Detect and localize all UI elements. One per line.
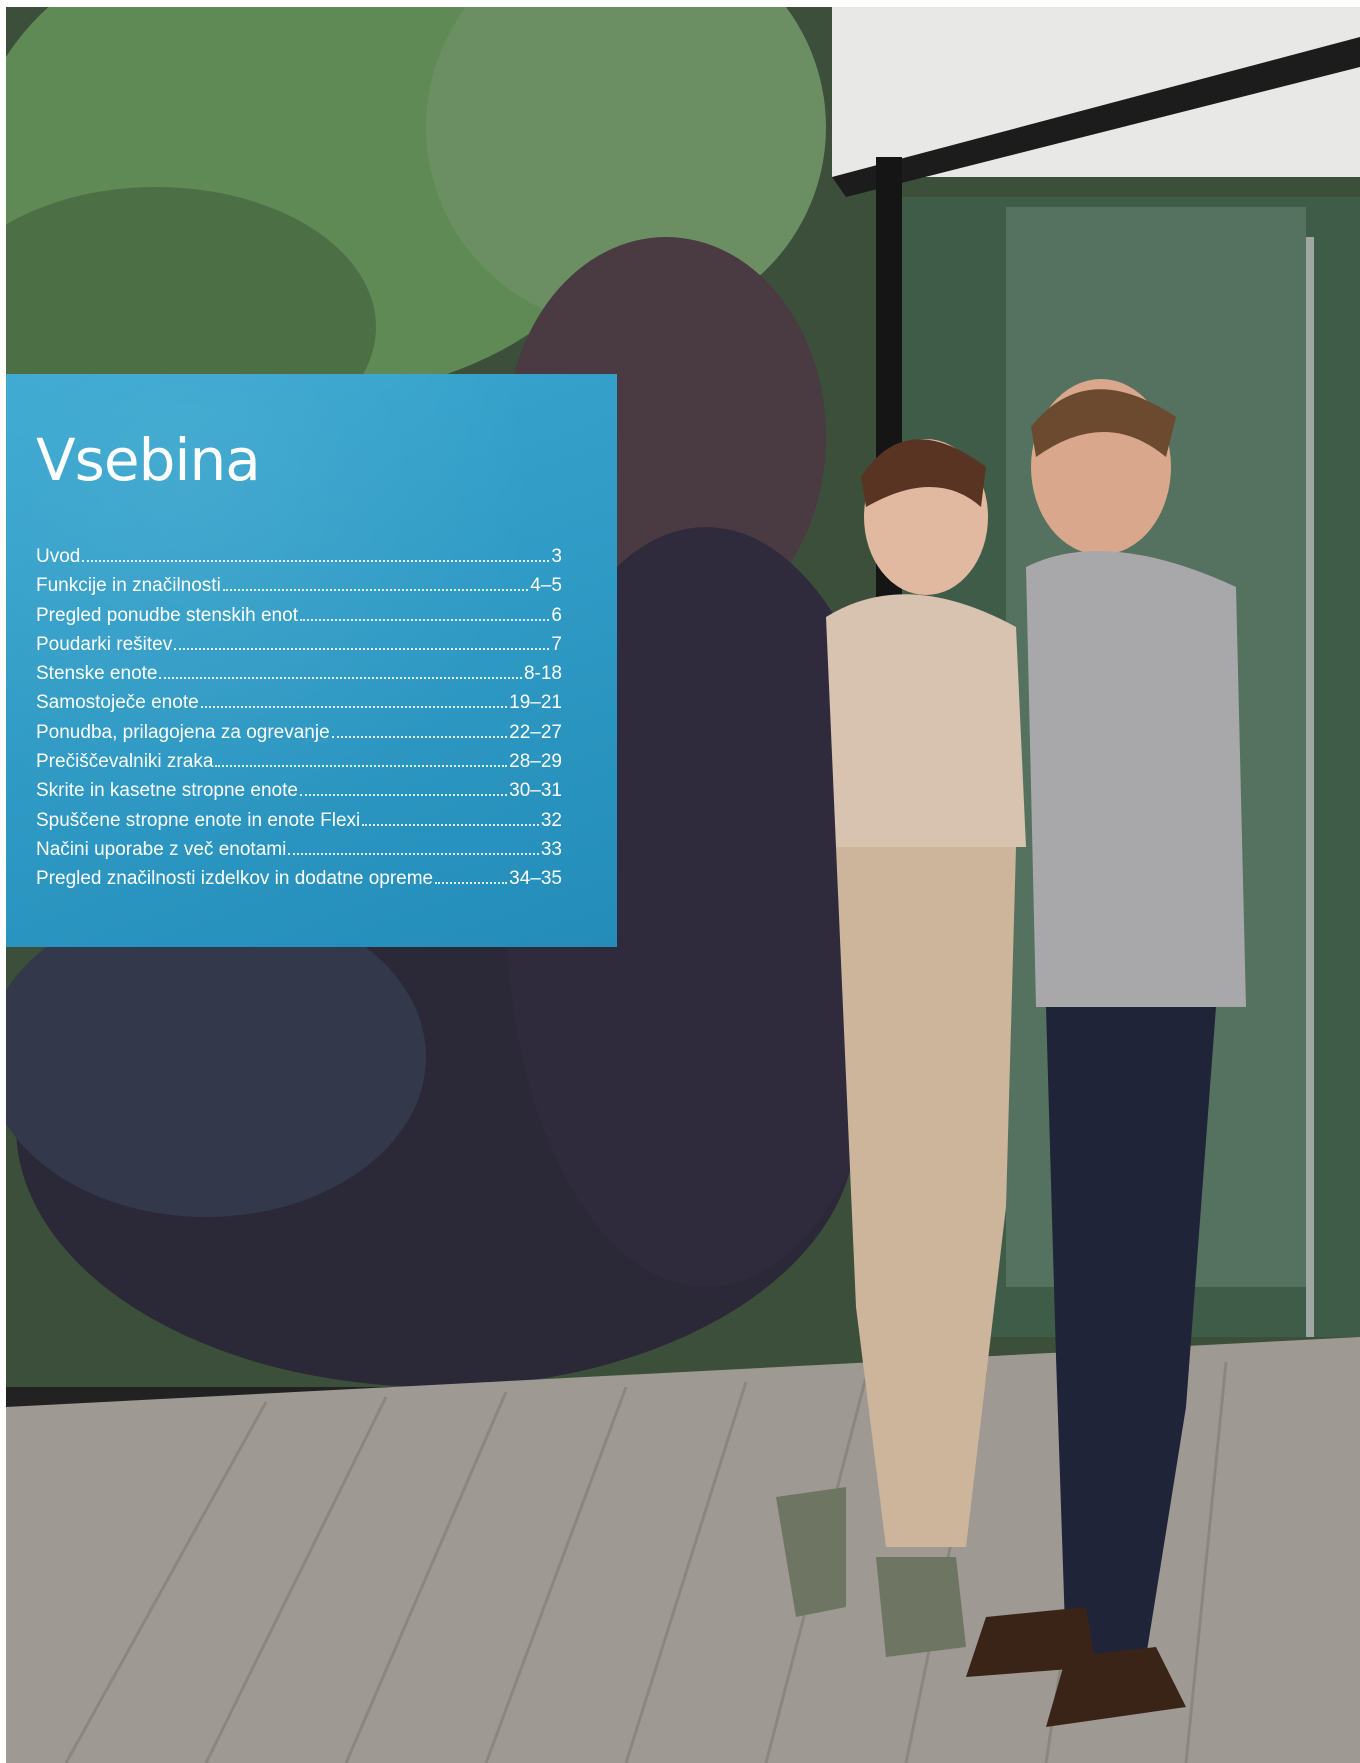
toc-entry[interactable]: Skrite in kasetne stropne enote 30–31 (36, 776, 562, 805)
toc-entry[interactable]: Pregled značilnosti izdelkov in dodatne … (36, 864, 562, 893)
toc-entry-page: 3 (551, 546, 562, 567)
toc-entry-label: Ponudba, prilagojena za ogrevanje (36, 721, 330, 743)
table-of-contents-panel: Vsebina Uvod 3 Funkcije in značilnosti 4… (6, 374, 617, 947)
toc-entry-page: 32 (540, 809, 562, 831)
toc-entry[interactable]: Stenske enote 8-18 (36, 659, 562, 688)
toc-entry[interactable]: Prečiščevalniki zraka 28–29 (36, 747, 562, 776)
toc-entry-label: Poudarki rešitev (36, 633, 173, 655)
toc-leader-dots (174, 647, 550, 650)
toc-leader-dots (299, 618, 550, 621)
toc-leader-dots (215, 765, 508, 768)
toc-leader-dots (159, 677, 522, 680)
toc-entry[interactable]: Ponudba, prilagojena za ogrevanje 22–27 (36, 718, 562, 747)
toc-entry-page: 6 (551, 604, 562, 626)
toc-leader-dots (435, 882, 508, 885)
toc-leader-dots (288, 852, 539, 855)
toc-entry[interactable]: Pregled ponudbe stenskih enot 6 (36, 601, 562, 630)
toc-entry[interactable]: Samostoječe enote 19–21 (36, 688, 562, 717)
toc-list: Uvod 3 Funkcije in značilnosti 4–5 Pregl… (36, 542, 562, 894)
toc-entry[interactable]: Poudarki rešitev 7 (36, 630, 562, 659)
toc-entry-label: Spuščene stropne enote in enote Flexi (36, 809, 361, 831)
toc-leader-dots (331, 735, 508, 738)
toc-leader-dots (82, 560, 550, 562)
toc-entry[interactable]: Funkcije in značilnosti 4–5 (36, 571, 562, 600)
toc-leader-dots (222, 589, 529, 592)
toc-leader-dots (362, 823, 539, 826)
toc-leader-dots (299, 794, 508, 797)
toc-entry-label: Pregled značilnosti izdelkov in dodatne … (36, 868, 434, 890)
toc-entry-page: 7 (551, 633, 562, 655)
toc-entry-page: 28–29 (509, 751, 562, 773)
toc-leader-dots (200, 706, 508, 709)
toc-entry[interactable]: Spuščene stropne enote in enote Flexi 32 (36, 806, 562, 835)
toc-entry[interactable]: Načini uporabe z več enotami 33 (36, 835, 562, 864)
house-wall (832, 7, 1360, 177)
toc-entry-label: Stenske enote (36, 663, 158, 685)
toc-entry-page: 33 (540, 838, 562, 860)
toc-entry-page: 30–31 (509, 780, 562, 802)
toc-entry-label: Skrite in kasetne stropne enote (36, 780, 298, 802)
toc-entry-label: Funkcije in značilnosti (36, 575, 221, 597)
toc-entry-label: Načini uporabe z več enotami (36, 838, 287, 860)
toc-entry-page: 19–21 (509, 692, 562, 714)
toc-entry-label: Samostoječe enote (36, 692, 199, 714)
toc-entry-label: Prečiščevalniki zraka (36, 751, 214, 773)
toc-title: Vsebina (36, 426, 261, 494)
toc-entry-page: 8-18 (523, 663, 562, 685)
toc-entry-label: Uvod (36, 546, 81, 567)
toc-entry-page: 22–27 (509, 721, 562, 743)
toc-entry-label: Pregled ponudbe stenskih enot (36, 604, 298, 626)
toc-entry-page: 4–5 (530, 575, 562, 597)
toc-entry-page: 34–35 (509, 868, 562, 890)
toc-entry[interactable]: Uvod 3 (36, 542, 562, 571)
